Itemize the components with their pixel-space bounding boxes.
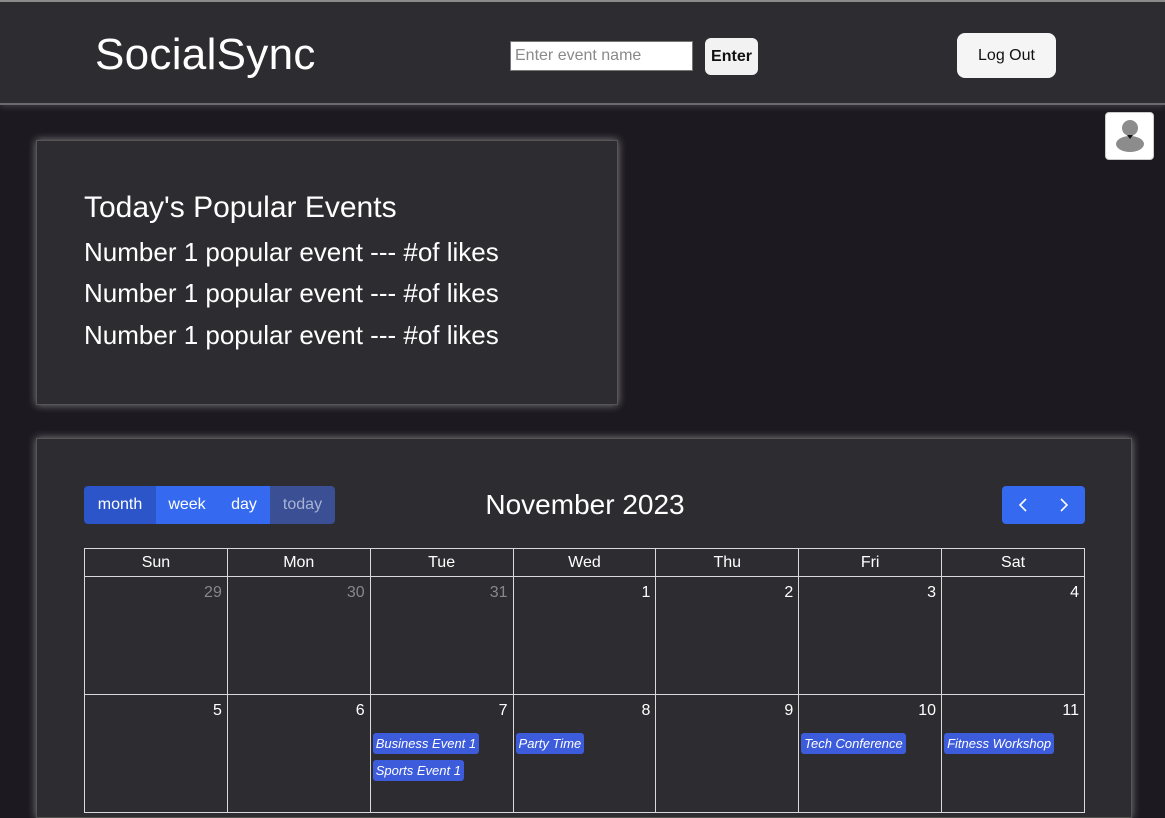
weekday-header: Tue bbox=[369, 548, 514, 577]
calendar-event[interactable]: Business Event 1 bbox=[372, 733, 480, 754]
day-number[interactable]: 3 bbox=[927, 584, 936, 602]
popular-events-panel: Today's Popular Events Number 1 popular … bbox=[36, 140, 618, 405]
calendar-event[interactable]: Sports Event 1 bbox=[372, 760, 464, 781]
weekday-header: Sun bbox=[84, 548, 228, 577]
weekday-header: Fri bbox=[798, 548, 943, 577]
day-number[interactable]: 7 bbox=[499, 702, 508, 720]
week-view-button[interactable]: week bbox=[156, 486, 218, 524]
day-cell[interactable]: 30 bbox=[226, 576, 371, 695]
day-cell[interactable]: 5 bbox=[84, 694, 228, 813]
day-cell[interactable]: 4 bbox=[941, 576, 1085, 695]
day-cell[interactable]: 7 Business Event 1 Sports Event 1 bbox=[369, 694, 514, 813]
calendar-panel: month week day today November 2023 Sun M… bbox=[36, 438, 1132, 818]
day-cell[interactable]: 3 bbox=[798, 576, 943, 695]
calendar-event[interactable]: Tech Conference bbox=[801, 733, 906, 754]
calendar-event[interactable]: Fitness Workshop bbox=[944, 733, 1055, 754]
month-view-button[interactable]: month bbox=[84, 486, 156, 524]
day-cell[interactable]: 29 bbox=[84, 576, 228, 695]
popular-event-item: Number 1 popular event --- #of likes bbox=[84, 278, 499, 308]
event-search-input[interactable] bbox=[510, 41, 693, 71]
day-number[interactable]: 5 bbox=[213, 702, 222, 720]
weekday-header: Sat bbox=[941, 548, 1085, 577]
day-events: Business Event 1 Sports Event 1 bbox=[372, 733, 480, 781]
day-cell[interactable]: 2 bbox=[655, 576, 800, 695]
day-cell[interactable]: 1 bbox=[512, 576, 657, 695]
logout-button[interactable]: Log Out bbox=[957, 33, 1056, 78]
day-view-button[interactable]: day bbox=[218, 486, 270, 524]
day-cell[interactable]: 9 bbox=[655, 694, 800, 813]
day-number[interactable]: 31 bbox=[490, 584, 508, 602]
chevron-right-icon bbox=[1060, 498, 1069, 512]
user-icon bbox=[1116, 120, 1144, 152]
app-logo: SocialSync bbox=[95, 30, 316, 79]
next-month-button[interactable] bbox=[1043, 486, 1085, 524]
view-switcher: month week day today bbox=[84, 486, 335, 524]
week-row: 29 30 31 1 2 3 4 bbox=[84, 576, 1085, 695]
weekday-header: Wed bbox=[512, 548, 657, 577]
calendar-event[interactable]: Party Time bbox=[515, 733, 585, 754]
weekday-header: Mon bbox=[226, 548, 371, 577]
popular-events-title: Today's Popular Events bbox=[84, 191, 397, 224]
day-cell[interactable]: 6 bbox=[226, 694, 371, 813]
weekday-header: Thu bbox=[655, 548, 800, 577]
today-button[interactable]: today bbox=[270, 486, 335, 524]
enter-button[interactable]: Enter bbox=[705, 38, 758, 75]
day-number[interactable]: 2 bbox=[784, 584, 793, 602]
day-number[interactable]: 11 bbox=[1062, 702, 1079, 720]
day-cell[interactable]: 8 Party Time bbox=[512, 694, 657, 813]
day-number[interactable]: 6 bbox=[356, 702, 365, 720]
chevron-left-icon bbox=[1018, 498, 1027, 512]
day-cell[interactable]: 11 Fitness Workshop bbox=[941, 694, 1085, 813]
week-row: 5 6 7 Business Event 1 Sports Event 1 8 … bbox=[84, 694, 1085, 813]
month-grid: Sun Mon Tue Wed Thu Fri Sat 29 30 31 1 2… bbox=[84, 548, 1085, 813]
popular-event-item: Number 1 popular event --- #of likes bbox=[84, 237, 499, 267]
day-number[interactable]: 8 bbox=[641, 702, 650, 720]
day-events: Party Time bbox=[515, 733, 585, 754]
day-number[interactable]: 29 bbox=[204, 584, 222, 602]
top-bar: SocialSync Enter Log Out bbox=[0, 0, 1165, 105]
calendar-nav bbox=[1002, 486, 1085, 524]
day-number[interactable]: 1 bbox=[641, 584, 650, 602]
day-number[interactable]: 10 bbox=[918, 702, 936, 720]
day-number[interactable]: 4 bbox=[1070, 584, 1079, 602]
day-number[interactable]: 30 bbox=[347, 584, 365, 602]
popular-event-item: Number 1 popular event --- #of likes bbox=[84, 320, 499, 350]
prev-month-button[interactable] bbox=[1002, 486, 1044, 524]
day-events: Fitness Workshop bbox=[944, 733, 1055, 754]
weekday-header-row: Sun Mon Tue Wed Thu Fri Sat bbox=[84, 548, 1085, 577]
day-cell[interactable]: 31 bbox=[369, 576, 514, 695]
day-cell[interactable]: 10 Tech Conference bbox=[798, 694, 943, 813]
profile-avatar-button[interactable] bbox=[1105, 112, 1154, 160]
day-number[interactable]: 9 bbox=[784, 702, 793, 720]
day-events: Tech Conference bbox=[801, 733, 906, 754]
